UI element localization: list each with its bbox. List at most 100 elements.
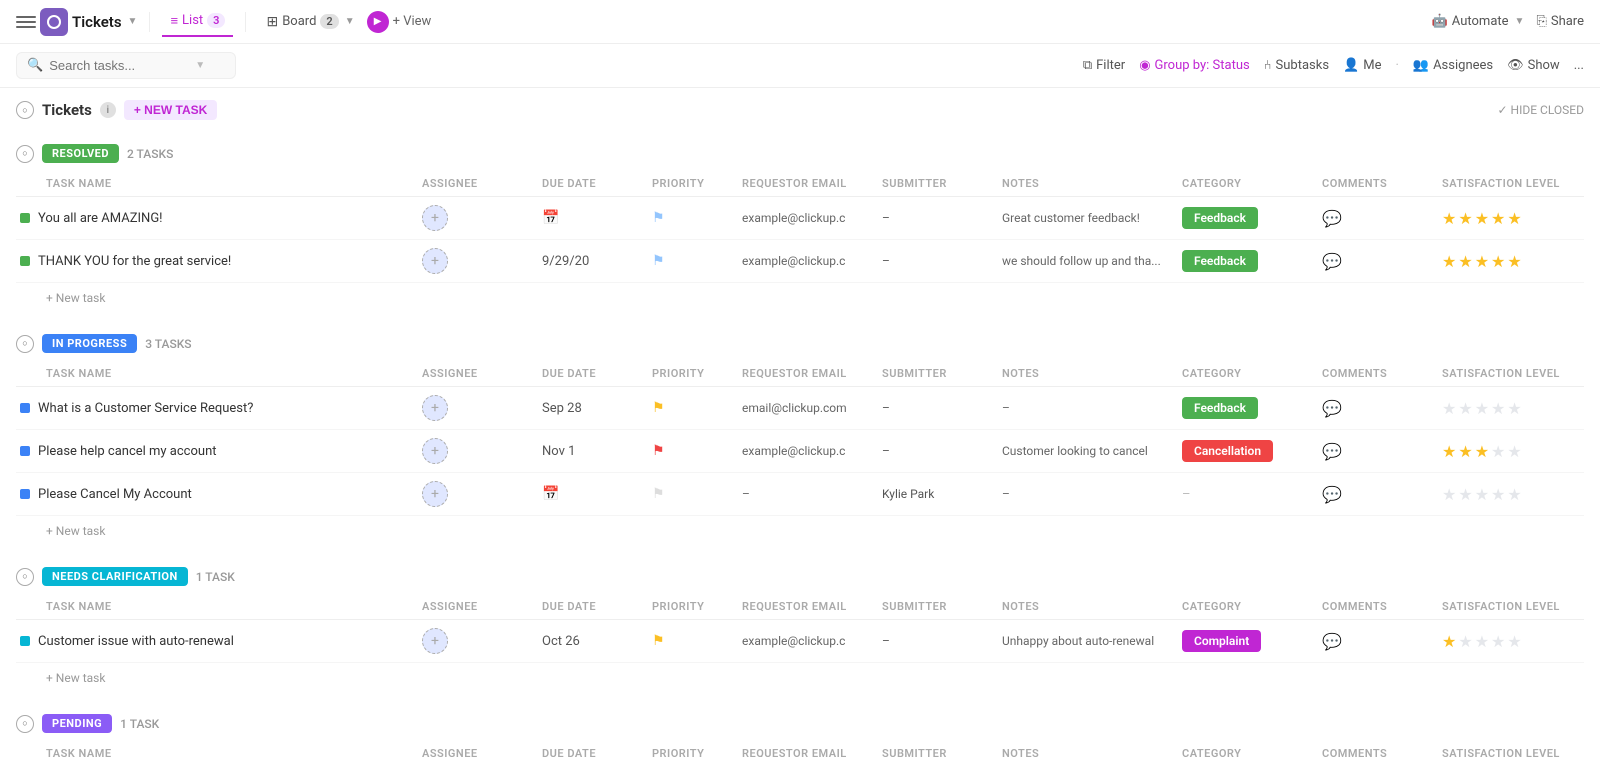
assignees-button[interactable]: 👥 Assignees	[1413, 58, 1493, 73]
star-empty: ★	[1507, 485, 1521, 504]
subtasks-button[interactable]: ⑃ Subtasks	[1264, 58, 1329, 73]
category-cell: Feedback	[1174, 207, 1314, 229]
collapse-tickets-button[interactable]: ○	[16, 101, 34, 119]
task-count-inprogress: 3 TASKS	[145, 337, 191, 351]
task-color-indicator	[20, 213, 30, 223]
table-row: Please Cancel My Account + 📅 ⚑ – Kylie P…	[16, 473, 1584, 516]
comment-icon[interactable]: 💬	[1322, 399, 1342, 418]
collapse-button-pending[interactable]: ○	[16, 715, 34, 733]
tab-list[interactable]: ≡ List 3	[162, 7, 233, 37]
new-task-inline-button[interactable]: + New task	[46, 524, 105, 538]
collapse-button-resolved[interactable]: ○	[16, 145, 34, 163]
assignee-avatar[interactable]: +	[422, 481, 448, 507]
notes: we should follow up and tha...	[1002, 254, 1161, 268]
task-name[interactable]: Please help cancel my account	[38, 444, 217, 459]
priority-flag[interactable]: ⚑	[652, 633, 665, 649]
table-header-resolved: TASK NAME ASSIGNEE DUE DATE PRIORITY REQ…	[16, 171, 1584, 197]
collapse-button-inprogress[interactable]: ○	[16, 335, 34, 353]
search-box[interactable]: 🔍 ▼	[16, 52, 236, 79]
stars: ★★★★★	[1442, 252, 1522, 271]
add-assignee-icon[interactable]: +	[431, 211, 439, 225]
show-button[interactable]: 👁 Show	[1507, 58, 1560, 73]
group-by-button[interactable]: ◉ Group by: Status	[1139, 58, 1250, 73]
assignee-avatar[interactable]: +	[422, 395, 448, 421]
task-count-pending: 1 TASK	[120, 717, 159, 731]
due-date-cell: 📅	[534, 210, 644, 226]
new-task-inline-button[interactable]: + New task	[46, 671, 105, 685]
board-dropdown-arrow[interactable]: ▼	[345, 16, 355, 27]
title-dropdown-arrow[interactable]: ▼	[128, 16, 138, 27]
assignee-avatar[interactable]: +	[422, 205, 448, 231]
new-task-inline-button[interactable]: + New task	[46, 291, 105, 305]
star-empty: ★	[1507, 632, 1521, 651]
add-view-button[interactable]: + View	[393, 14, 432, 29]
col-header-task: TASK NAME	[16, 177, 414, 190]
filter-button[interactable]: ⧉ Filter	[1083, 58, 1125, 73]
automate-button[interactable]: 🤖 Automate ▼	[1432, 14, 1525, 29]
add-assignee-icon[interactable]: +	[431, 444, 439, 458]
requestor-email-cell: example@clickup.c	[734, 211, 874, 225]
tab-board[interactable]: ⊞ Board 2 ▼	[258, 8, 362, 36]
hide-closed-button[interactable]: ✓ HIDE CLOSED	[1498, 103, 1585, 117]
comment-icon[interactable]: 💬	[1322, 442, 1342, 461]
email: example@clickup.c	[742, 254, 845, 268]
assignee-avatar[interactable]: +	[422, 248, 448, 274]
task-name-cell: Please Cancel My Account	[16, 487, 414, 502]
collapse-button-needs-clarification[interactable]: ○	[16, 568, 34, 586]
star-empty: ★	[1458, 399, 1472, 418]
comment-icon[interactable]: 💬	[1322, 485, 1342, 504]
col-header-priority: PRIORITY	[644, 600, 734, 613]
info-icon[interactable]: i	[100, 102, 116, 118]
category-cell: –	[1174, 487, 1314, 502]
submitter-cell: –	[874, 211, 994, 225]
play-button[interactable]: ▶	[367, 11, 389, 33]
show-icon: 👁	[1507, 58, 1524, 73]
new-task-button[interactable]: + NEW TASK	[124, 100, 217, 120]
comment-icon[interactable]: 💬	[1322, 252, 1342, 271]
priority-flag[interactable]: ⚑	[652, 210, 665, 226]
hamburger-icon[interactable]	[16, 12, 36, 32]
add-assignee-icon[interactable]: +	[431, 634, 439, 648]
notes: Customer looking to cancel	[1002, 444, 1148, 458]
stars: ★★★★★	[1442, 632, 1522, 651]
submitter-cell: Kylie Park	[874, 487, 994, 501]
assignee-avatar[interactable]: +	[422, 438, 448, 464]
priority-flag[interactable]: ⚑	[652, 443, 665, 459]
calendar-icon: 📅	[542, 210, 559, 226]
task-name[interactable]: You all are AMAZING!	[38, 211, 163, 226]
add-assignee-icon[interactable]: +	[431, 487, 439, 501]
task-name[interactable]: What is a Customer Service Request?	[38, 401, 253, 416]
due-date: Oct 26	[542, 634, 580, 649]
category-badge: Feedback	[1182, 250, 1258, 272]
priority-flag[interactable]: ⚑	[652, 253, 665, 269]
task-count-needs-clarification: 1 TASK	[196, 570, 235, 584]
assignee-avatar[interactable]: +	[422, 628, 448, 654]
task-color-indicator	[20, 256, 30, 266]
add-assignee-icon[interactable]: +	[431, 401, 439, 415]
search-input[interactable]	[49, 58, 189, 73]
task-name[interactable]: THANK YOU for the great service!	[38, 254, 231, 269]
task-name[interactable]: Customer issue with auto-renewal	[38, 634, 234, 649]
comments-cell: 💬	[1314, 209, 1434, 228]
automate-dropdown-arrow[interactable]: ▼	[1515, 16, 1525, 27]
share-button[interactable]: ⎘ Share	[1536, 14, 1584, 29]
col-header-task: TASK NAME	[16, 367, 414, 380]
submitter: –	[882, 254, 890, 268]
table-row: Please help cancel my account + Nov 1 ⚑ …	[16, 430, 1584, 473]
more-button[interactable]: ...	[1574, 58, 1584, 73]
email: email@clickup.com	[742, 401, 847, 415]
search-dropdown-arrow[interactable]: ▼	[195, 60, 205, 71]
priority-flag[interactable]: ⚑	[652, 486, 665, 502]
comment-icon[interactable]: 💬	[1322, 209, 1342, 228]
priority-flag[interactable]: ⚑	[652, 400, 665, 416]
col-header-due: DUE DATE	[534, 747, 644, 757]
star-filled: ★	[1491, 252, 1505, 271]
add-assignee-icon[interactable]: +	[431, 254, 439, 268]
star-empty: ★	[1491, 632, 1505, 651]
task-name[interactable]: Please Cancel My Account	[38, 487, 192, 502]
comment-icon[interactable]: 💬	[1322, 632, 1342, 651]
priority-cell: ⚑	[644, 210, 734, 226]
me-button[interactable]: 👤 Me	[1343, 58, 1381, 73]
category-cell: Complaint	[1174, 630, 1314, 652]
assignee-cell: +	[414, 205, 534, 231]
